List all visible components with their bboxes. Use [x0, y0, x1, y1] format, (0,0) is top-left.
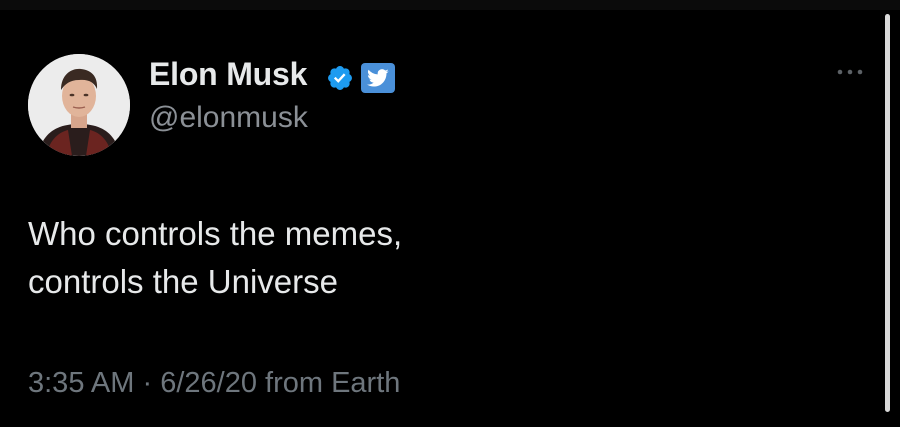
tweet-text-line: Who controls the memes, — [28, 215, 403, 252]
verified-badge-icon — [328, 66, 352, 90]
tweet-date[interactable]: 6/26/20 — [160, 367, 257, 399]
tweet-text: Who controls the memes, controls the Uni… — [28, 210, 788, 306]
avatar-image — [28, 54, 130, 156]
more-options-icon — [837, 69, 863, 75]
author-name[interactable]: Elon Musk — [149, 56, 307, 92]
meta-separator: · — [142, 367, 153, 399]
tweet-source: from Earth — [265, 367, 401, 399]
more-options-button[interactable] — [828, 62, 872, 82]
scrollbar-thumb[interactable] — [885, 14, 890, 412]
tweet-meta: 3:35 AM · 6/26/20 from Earth — [28, 366, 400, 400]
tweet-text-line: controls the Universe — [28, 263, 338, 300]
tweet-card: Elon Musk @elonmusk Who controls the mem… — [0, 10, 900, 427]
top-edge — [0, 0, 900, 10]
avatar[interactable] — [28, 54, 130, 156]
tweet-time[interactable]: 3:35 AM — [28, 367, 134, 399]
twitter-logo-icon — [361, 63, 395, 93]
author-handle[interactable]: @elonmusk — [149, 101, 308, 135]
